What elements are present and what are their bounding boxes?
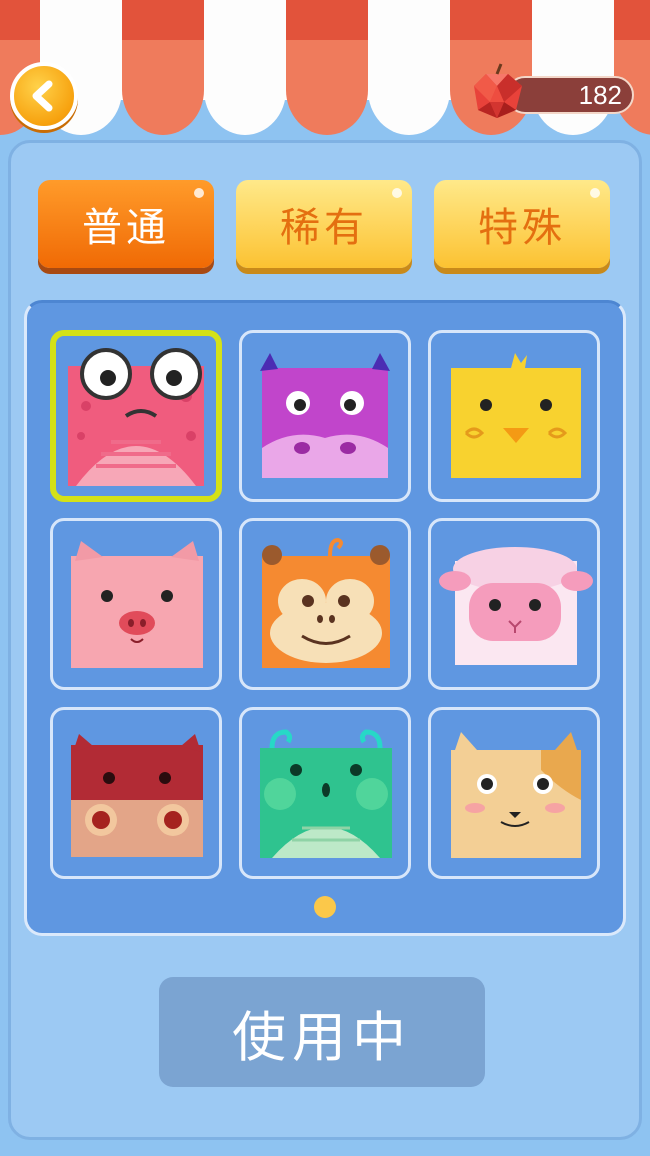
character-cell-hippo[interactable]: [50, 707, 222, 879]
sheep-face-icon: [439, 547, 593, 665]
hippo-face-icon: [71, 734, 203, 857]
chevron-left-icon: [32, 80, 53, 112]
character-cell-cow[interactable]: [239, 330, 411, 502]
character-cell-chick[interactable]: [428, 330, 600, 502]
apple-counter: 182: [470, 63, 636, 118]
frog-face-icon: [68, 348, 204, 486]
monkey-face-icon: [262, 537, 390, 668]
tab-common[interactable]: 普通: [38, 180, 214, 268]
tab-special[interactable]: 特殊: [434, 180, 610, 268]
dog-face-icon: [451, 732, 581, 858]
chick-face-icon: [451, 353, 581, 478]
back-button[interactable]: [10, 62, 78, 130]
apple-icon: [474, 63, 522, 118]
pig-face-icon: [71, 541, 203, 668]
character-cell-pig[interactable]: [50, 518, 222, 690]
tab-special-label: 特殊: [478, 205, 566, 251]
character-cell-dragon[interactable]: [239, 707, 411, 879]
in-use-button-label: 使用中: [232, 1005, 412, 1069]
dragon-face-icon: [260, 729, 392, 858]
tab-rare[interactable]: 稀有: [236, 180, 412, 268]
tab-common-label: 普通: [82, 205, 170, 251]
tab-rare-label: 稀有: [280, 205, 368, 251]
character-cell-dog[interactable]: [428, 707, 600, 879]
cow-face-icon: [260, 353, 390, 478]
in-use-button[interactable]: 使用中: [159, 977, 485, 1087]
apple-count: 182: [578, 80, 622, 110]
character-cell-monkey[interactable]: [239, 518, 411, 690]
character-cell-sheep[interactable]: [428, 518, 600, 690]
page-indicator-dot: [314, 896, 336, 918]
character-cell-frog[interactable]: [50, 330, 222, 502]
